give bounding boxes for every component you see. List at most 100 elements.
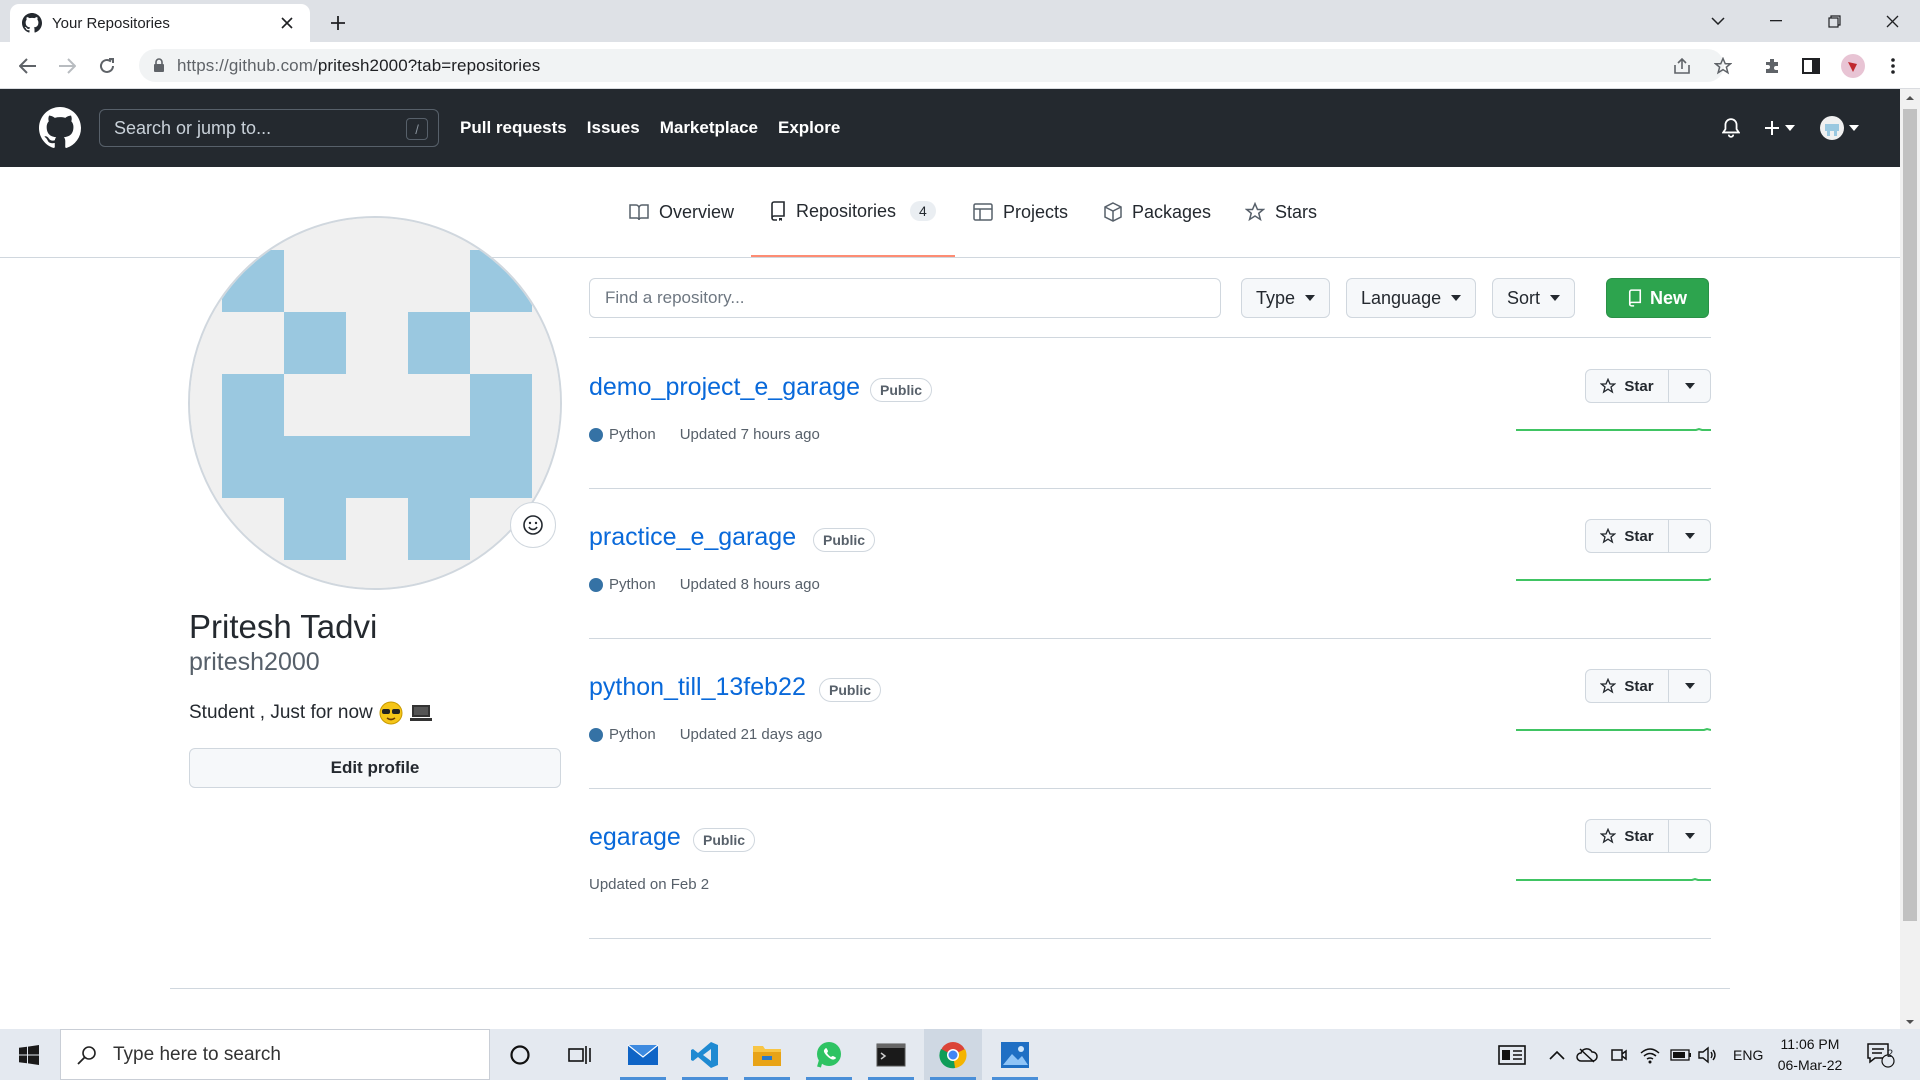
- news-widget-icon[interactable]: [1498, 1029, 1526, 1080]
- find-repository-input[interactable]: [589, 278, 1221, 318]
- repo-meta: Python Updated 7 hours ago: [589, 426, 820, 443]
- windows-start-icon[interactable]: [0, 1029, 58, 1080]
- taskbar-clock[interactable]: 11:06 PM 06-Mar-22: [1762, 1034, 1858, 1076]
- side-panel-icon[interactable]: [1796, 51, 1826, 81]
- task-view-icon[interactable]: [551, 1029, 609, 1080]
- meet-now-icon[interactable]: [1610, 1029, 1628, 1080]
- cortana-icon[interactable]: [491, 1029, 549, 1080]
- star-button[interactable]: Star: [1585, 669, 1669, 703]
- close-tab-icon[interactable]: [276, 12, 298, 34]
- repo-icon: [770, 201, 786, 221]
- minimize-icon[interactable]: [1748, 0, 1804, 42]
- onedrive-icon[interactable]: [1576, 1029, 1598, 1080]
- tab-stars[interactable]: Stars: [1226, 167, 1336, 257]
- nav-pull-requests[interactable]: Pull requests: [460, 118, 567, 138]
- chrome-menu-icon[interactable]: [1878, 51, 1908, 81]
- new-repository-button[interactable]: New: [1606, 278, 1709, 318]
- tab-repositories[interactable]: Repositories 4: [751, 167, 955, 257]
- github-favicon-icon: [22, 13, 42, 33]
- github-logo-icon[interactable]: [39, 107, 81, 149]
- wifi-icon[interactable]: [1640, 1029, 1660, 1080]
- chrome-profile-avatar[interactable]: [1838, 51, 1868, 81]
- lock-icon[interactable]: [153, 58, 165, 73]
- caret-down-icon: [1550, 295, 1561, 301]
- star-list-dropdown[interactable]: [1669, 669, 1711, 703]
- chrome-app-icon[interactable]: [924, 1029, 982, 1080]
- star-button[interactable]: Star: [1585, 519, 1669, 553]
- share-icon[interactable]: [1667, 51, 1697, 81]
- profile-login: pritesh2000: [189, 648, 320, 676]
- repo-updated: Updated 21 days ago: [679, 726, 823, 743]
- address-bar[interactable]: https://github.com/pritesh2000?tab=repos…: [139, 49, 1724, 82]
- header-search-placeholder: Search or jump to...: [114, 117, 272, 138]
- restore-icon[interactable]: [1806, 0, 1862, 42]
- tab-projects[interactable]: Projects: [954, 167, 1087, 257]
- scrollbar-thumb[interactable]: [1903, 109, 1917, 921]
- language-filter-button[interactable]: Language: [1346, 278, 1477, 318]
- terminal-app-icon[interactable]: [862, 1029, 920, 1080]
- profile-bio-text: Student , Just for now: [189, 702, 373, 723]
- search-icon: [77, 1045, 97, 1065]
- repo-name-link[interactable]: egarage: [589, 823, 681, 852]
- set-status-button[interactable]: [510, 502, 556, 548]
- profile-name: Pritesh Tadvi: [189, 608, 378, 645]
- reload-icon[interactable]: [92, 51, 122, 81]
- repo-name-link[interactable]: python_till_13feb22: [589, 673, 806, 702]
- file-explorer-icon[interactable]: [738, 1029, 796, 1080]
- star-icon: [1600, 678, 1617, 694]
- nav-marketplace[interactable]: Marketplace: [660, 118, 758, 138]
- repo-list-item: python_till_13feb22 Public Python Update…: [589, 639, 1711, 789]
- sunglasses-emoji-icon: [379, 701, 403, 725]
- plus-icon: [1764, 120, 1780, 136]
- volume-icon[interactable]: [1698, 1029, 1718, 1080]
- vscode-app-icon[interactable]: [676, 1029, 734, 1080]
- show-hidden-icons-icon[interactable]: [1549, 1029, 1565, 1080]
- taskbar-search-box[interactable]: Type here to search: [60, 1029, 490, 1080]
- nav-issues[interactable]: Issues: [587, 118, 640, 138]
- back-icon[interactable]: [13, 51, 43, 81]
- table-icon: [973, 203, 993, 221]
- browser-tab[interactable]: Your Repositories: [10, 4, 310, 42]
- tab-repositories-label: Repositories: [796, 200, 897, 221]
- nav-explore[interactable]: Explore: [778, 118, 840, 138]
- repo-name-link[interactable]: demo_project_e_garage: [589, 373, 860, 402]
- repo-meta: Python Updated 8 hours ago: [589, 576, 820, 593]
- star-list-dropdown[interactable]: [1669, 519, 1711, 553]
- forward-icon[interactable]: [52, 51, 82, 81]
- mail-app-icon[interactable]: [614, 1029, 672, 1080]
- photos-app-icon[interactable]: [986, 1029, 1044, 1080]
- scroll-up-icon[interactable]: [1905, 93, 1915, 103]
- caret-down-icon: [1849, 125, 1859, 131]
- star-label: Star: [1624, 527, 1654, 545]
- whatsapp-app-icon[interactable]: [800, 1029, 858, 1080]
- header-search-input[interactable]: Search or jump to... /: [99, 109, 439, 147]
- battery-icon[interactable]: [1670, 1029, 1692, 1080]
- star-button[interactable]: Star: [1585, 369, 1669, 403]
- bookmark-star-icon[interactable]: [1708, 51, 1738, 81]
- action-center-icon[interactable]: 2: [1866, 1029, 1896, 1080]
- tab-overview-label: Overview: [659, 201, 735, 222]
- star-list-dropdown[interactable]: [1669, 819, 1711, 853]
- tab-search-icon[interactable]: [1690, 0, 1746, 42]
- input-language[interactable]: ENG: [1733, 1029, 1763, 1080]
- scroll-down-icon[interactable]: [1905, 1017, 1915, 1027]
- close-window-icon[interactable]: [1864, 0, 1920, 42]
- extensions-icon[interactable]: [1757, 51, 1787, 81]
- profile-avatar[interactable]: [188, 216, 562, 590]
- tab-packages[interactable]: Packages: [1085, 167, 1230, 257]
- tab-overview[interactable]: Overview: [610, 167, 753, 257]
- new-tab-icon[interactable]: [324, 9, 352, 37]
- repo-name-link[interactable]: practice_e_garage: [589, 523, 796, 552]
- page-scrollbar[interactable]: [1900, 89, 1920, 1029]
- notifications-bell-icon[interactable]: [1722, 89, 1740, 167]
- caret-down-icon: [1785, 125, 1795, 131]
- browser-tab-strip: Your Repositories: [0, 0, 1920, 42]
- star-list-dropdown[interactable]: [1669, 369, 1711, 403]
- star-button[interactable]: Star: [1585, 819, 1669, 853]
- sort-filter-button[interactable]: Sort: [1492, 278, 1576, 318]
- language-color-dot: [589, 577, 603, 592]
- user-menu-dropdown[interactable]: [1820, 89, 1859, 167]
- type-filter-button[interactable]: Type: [1241, 278, 1331, 318]
- edit-profile-button[interactable]: Edit profile: [189, 748, 561, 788]
- create-new-dropdown[interactable]: [1764, 89, 1795, 167]
